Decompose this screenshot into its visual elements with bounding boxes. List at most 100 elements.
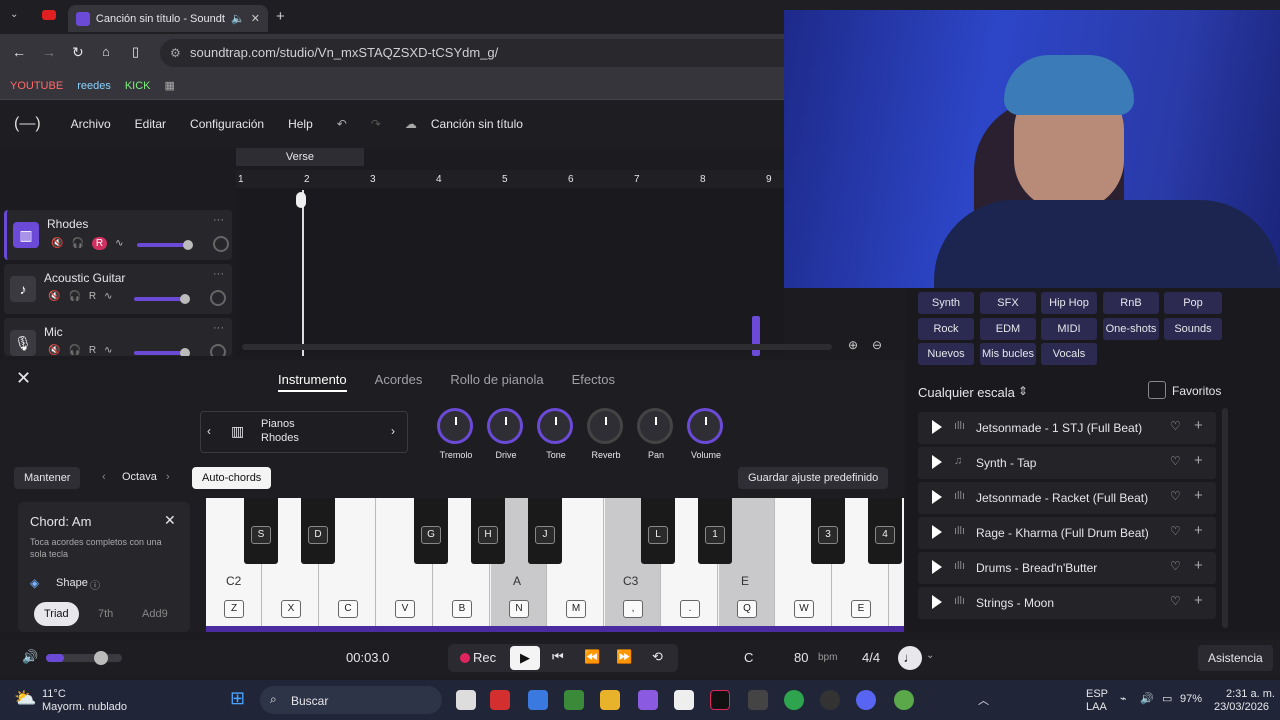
volume-slider[interactable] bbox=[137, 240, 193, 250]
soundtrap-logo-icon[interactable]: (—) bbox=[14, 115, 41, 133]
active-tab[interactable]: Canción sin título - Soundtr 🔈 ✕ bbox=[68, 5, 268, 32]
weather-icon[interactable]: ⛅ bbox=[14, 688, 36, 709]
back-icon[interactable]: ← bbox=[12, 44, 26, 60]
add-icon[interactable]: + bbox=[1194, 592, 1203, 609]
close-panel-icon[interactable]: ✕ bbox=[16, 368, 31, 389]
bookmark-kick[interactable]: KICK bbox=[125, 80, 151, 92]
close-chord-icon[interactable]: ✕ bbox=[164, 512, 176, 529]
loop-list-scrollbar[interactable] bbox=[1222, 408, 1228, 628]
tiktok-icon[interactable] bbox=[710, 690, 730, 710]
tab-instrumento[interactable]: Instrumento bbox=[278, 372, 347, 392]
master-volume-thumb[interactable] bbox=[94, 651, 108, 665]
piano-keyboard[interactable]: Z C2 X C V B NA M , C3 . QE W E S D G H J … bbox=[206, 498, 904, 632]
auto-chords-button[interactable]: Auto-chords bbox=[192, 467, 272, 489]
key-display[interactable]: C bbox=[744, 650, 753, 665]
menu-help[interactable]: Help bbox=[288, 117, 313, 131]
youtube-icon[interactable] bbox=[42, 10, 56, 20]
heart-icon[interactable]: ♡ bbox=[1170, 524, 1181, 538]
app-icon[interactable] bbox=[748, 690, 768, 710]
track-menu-icon[interactable]: ··· bbox=[213, 214, 224, 226]
heart-icon[interactable]: ♡ bbox=[1170, 419, 1181, 433]
playhead-handle[interactable] bbox=[296, 192, 306, 208]
black-key[interactable]: L bbox=[641, 498, 675, 564]
play-button[interactable]: ▶ bbox=[510, 646, 540, 670]
browser-icon[interactable] bbox=[894, 690, 914, 710]
add-icon[interactable]: + bbox=[1194, 452, 1203, 469]
automation-icon[interactable]: ∿ bbox=[104, 345, 112, 356]
black-key[interactable]: S bbox=[244, 498, 278, 564]
wifi-icon[interactable]: ⌁ bbox=[1120, 692, 1127, 705]
preset-selector[interactable]: ‹ ▥ Pianos Rhodes › bbox=[200, 411, 408, 453]
tag-pop[interactable]: Pop bbox=[1164, 292, 1222, 314]
tab-rollo-de-pianola[interactable]: Rollo de pianola bbox=[450, 372, 543, 392]
automation-icon[interactable]: ∿ bbox=[104, 291, 112, 302]
apps-grid-icon[interactable]: ▦ bbox=[165, 79, 175, 92]
knob-volume[interactable]: Volume bbox=[687, 408, 725, 460]
tag-rock[interactable]: Rock bbox=[918, 318, 974, 340]
tag-synth[interactable]: Synth bbox=[918, 292, 974, 314]
rec-button[interactable]: Rec bbox=[473, 650, 496, 665]
mute-icon[interactable]: 🔇 bbox=[48, 345, 60, 356]
chrome-icon[interactable] bbox=[784, 690, 804, 710]
tempo-display[interactable]: 80 bbox=[794, 650, 808, 665]
taskbar-search[interactable]: ⌕ Buscar bbox=[260, 686, 442, 714]
windows-start-icon[interactable]: ⊞ bbox=[230, 688, 245, 709]
black-key[interactable]: J bbox=[528, 498, 562, 564]
tab-efectos[interactable]: Efectos bbox=[572, 372, 615, 392]
midi-clip[interactable] bbox=[752, 316, 760, 356]
close-tab-icon[interactable]: ✕ bbox=[251, 12, 260, 25]
redo-icon[interactable]: ↷ bbox=[371, 117, 381, 131]
octave-down-icon[interactable]: ‹ bbox=[102, 471, 106, 483]
clock-time[interactable]: 2:31 a. m. bbox=[1226, 688, 1275, 700]
home-icon[interactable]: ⌂ bbox=[102, 44, 110, 59]
tag-rnb[interactable]: RnB bbox=[1103, 292, 1159, 314]
tag-one-shots[interactable]: One-shots bbox=[1103, 318, 1159, 340]
tag-sounds[interactable]: Sounds bbox=[1164, 318, 1222, 340]
record-arm-button[interactable]: R bbox=[89, 345, 96, 356]
heart-icon[interactable]: ♡ bbox=[1170, 454, 1181, 468]
track-menu-icon[interactable]: ··· bbox=[213, 268, 224, 280]
timeline-area[interactable] bbox=[236, 170, 832, 356]
menu-editar[interactable]: Editar bbox=[135, 117, 166, 131]
track-mic[interactable]: 🎙 Mic ··· 🔇 🎧 R ∿ bbox=[4, 318, 232, 356]
tag-sfx[interactable]: SFX bbox=[980, 292, 1036, 314]
nvidia-icon[interactable] bbox=[564, 690, 584, 710]
info-icon[interactable]: ⓘ bbox=[90, 577, 100, 592]
copilot-icon[interactable] bbox=[638, 690, 658, 710]
new-tab-icon[interactable]: + bbox=[276, 8, 285, 25]
black-key[interactable]: 4 bbox=[868, 498, 902, 564]
play-icon[interactable] bbox=[932, 490, 942, 504]
store-icon[interactable] bbox=[528, 690, 548, 710]
zoom-out-icon[interactable]: ⊖ bbox=[872, 338, 882, 352]
url-field[interactable]: ⚙ soundtrap.com/studio/Vn_mxSTAQZSXD-tCS… bbox=[160, 39, 800, 67]
menu-archivo[interactable]: Archivo bbox=[71, 117, 111, 131]
octave-up-icon[interactable]: › bbox=[166, 471, 170, 483]
favorites-checkbox[interactable] bbox=[1148, 381, 1166, 399]
bookmark-youtube[interactable]: YOUTUBE bbox=[10, 80, 63, 92]
heart-icon[interactable]: ♡ bbox=[1170, 559, 1181, 573]
master-volume-slider[interactable] bbox=[46, 651, 122, 665]
black-key[interactable]: H bbox=[471, 498, 505, 564]
lang-label[interactable]: ESP bbox=[1086, 688, 1108, 700]
knob-tone[interactable]: Tone bbox=[537, 408, 575, 460]
app-icon[interactable] bbox=[674, 690, 694, 710]
tray-chevron-icon[interactable]: ︿ bbox=[978, 692, 989, 708]
pan-knob[interactable] bbox=[210, 344, 226, 356]
track-rhodes[interactable]: ▥ Rhodes ··· 🔇 🎧 R ∿ bbox=[4, 210, 232, 260]
zoom-in-icon[interactable]: ⊕ bbox=[848, 338, 858, 352]
file-explorer-icon[interactable] bbox=[600, 690, 620, 710]
play-icon[interactable] bbox=[932, 595, 942, 609]
mute-icon[interactable]: 🔇 bbox=[48, 291, 60, 302]
track-menu-icon[interactable]: ··· bbox=[213, 322, 224, 334]
assistance-button[interactable]: Asistencia bbox=[1198, 645, 1273, 671]
hold-button[interactable]: Mantener bbox=[14, 467, 81, 489]
add-icon[interactable]: + bbox=[1194, 487, 1203, 504]
go-to-start-icon[interactable]: ⏮ bbox=[552, 649, 564, 665]
save-preset-button[interactable]: Guardar ajuste predefinido bbox=[738, 467, 889, 489]
tag-hip-hop[interactable]: Hip Hop bbox=[1041, 292, 1097, 314]
heart-icon[interactable]: ♡ bbox=[1170, 489, 1181, 503]
knob-drive[interactable]: Drive bbox=[487, 408, 525, 460]
pan-knob[interactable] bbox=[210, 290, 226, 306]
track-acoustic-guitar[interactable]: ♪ Acoustic Guitar ··· 🔇 🎧 R ∿ bbox=[4, 264, 232, 314]
black-key[interactable]: D bbox=[301, 498, 335, 564]
